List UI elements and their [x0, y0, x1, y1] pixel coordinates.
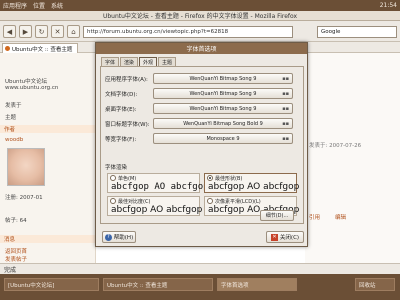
user-name[interactable]: woodb [5, 137, 23, 143]
ellipsis-icon: ▪▪ [282, 121, 289, 127]
font-picker-button[interactable]: WenQuanYi Bitmap Song 9 ▪▪ [153, 73, 293, 84]
browser-tab[interactable]: Ubuntu中文 :: 查看主题 [2, 43, 78, 53]
font-value: WenQuanYi Bitmap Song 9 [189, 75, 257, 82]
font-picker-button[interactable]: WenQuanYi Bitmap Song 9 ▪▪ [153, 103, 293, 114]
radio-button[interactable] [110, 175, 116, 181]
taskbar-item-active[interactable]: 字体首选项 [217, 278, 297, 291]
page-text-line: 主题 [5, 115, 17, 121]
status-bar: 完成 [0, 263, 400, 274]
details-button[interactable]: 细节(D)... [260, 210, 294, 221]
tab-rendering[interactable]: 渲染 [120, 57, 139, 66]
stop-button[interactable]: ✕ [51, 25, 64, 38]
trash-icon[interactable]: 回收站 [355, 278, 395, 291]
help-icon: ? [104, 233, 112, 241]
font-row-application: 应用程序字体(A): WenQuanYi Bitmap Song 9 ▪▪ [101, 73, 305, 85]
user-info: 帖子: 64 [5, 218, 27, 224]
page-text-line: 发表于 [5, 103, 22, 109]
help-button[interactable]: ? 帮助(H) [102, 231, 136, 243]
render-option-label: 最佳形状(B) [215, 176, 243, 182]
quote-link[interactable]: 引用 [309, 213, 320, 221]
taskbar-item[interactable]: Ubuntu中文 :: 查看主题 [103, 278, 213, 291]
home-button[interactable]: ⌂ [67, 25, 80, 38]
fonts-panel: 应用程序字体(A): WenQuanYi Bitmap Song 9 ▪▪ 文档字… [100, 66, 304, 224]
edit-link[interactable]: 编辑 [335, 213, 346, 221]
post-meta-column: 发表于: 2007-07-26 引用 编辑 [305, 53, 400, 263]
font-preferences-dialog: 字体首选项 字体 渲染 外观 主题 应用程序字体(A): WenQuanYi B… [95, 42, 308, 247]
close-label: 关闭(C) [279, 235, 300, 241]
font-label: 应用程序字体(A): [105, 77, 148, 83]
render-sample: abcfgop AO abcfgop [111, 182, 209, 192]
dialog-title: 字体首选项 [96, 43, 307, 54]
page-text-line: Ubuntu中文论坛 [5, 79, 48, 85]
font-row-window-title: 窗口标题字体(W): WenQuanYi Bitmap Song Bold 9 ▪… [101, 118, 305, 130]
section-header: 消息 [0, 235, 96, 243]
navigation-toolbar: ◀ ▶ ↻ ✕ ⌂ http://forum.ubuntu.org.cn/vie… [0, 22, 400, 42]
close-button[interactable]: ✕ 关闭(C) [266, 231, 304, 243]
footer-link[interactable]: 返回页首 [5, 247, 27, 255]
font-label: 桌面字体(E): [105, 107, 137, 113]
render-option-label: 次像素平滑(LCD)(L) [215, 199, 261, 205]
font-label: 文档字体(D): [105, 92, 138, 98]
font-row-desktop: 桌面字体(E): WenQuanYi Bitmap Song 9 ▪▪ [101, 103, 305, 115]
back-button[interactable]: ◀ [3, 25, 16, 38]
post-date: 发表于: 2007-07-26 [309, 143, 362, 149]
ellipsis-icon: ▪▪ [282, 136, 289, 142]
radio-button[interactable] [207, 198, 213, 204]
menu-system[interactable]: 系统 [51, 1, 63, 10]
render-option-label: 最佳对比度(C) [118, 199, 151, 205]
search-input[interactable]: Google [317, 25, 397, 38]
tab-appearance[interactable]: 外观 [139, 57, 158, 66]
menu-applications[interactable]: 应用程序 [3, 1, 27, 10]
section-header: 作者 [0, 125, 96, 133]
render-option-label: 单色(M) [118, 176, 137, 182]
ellipsis-icon: ▪▪ [282, 106, 289, 112]
font-row-document: 文档字体(D): WenQuanYi Bitmap Song 9 ▪▪ [101, 88, 305, 100]
render-option-monochrome[interactable]: 单色(M) abcfgop AO abcfgop [107, 173, 209, 193]
render-sample: abcfgop AO abcfgop [111, 205, 203, 215]
help-label: 帮助(H) [113, 235, 134, 241]
font-picker-button[interactable]: WenQuanYi Bitmap Song Bold 9 ▪▪ [153, 118, 293, 129]
tab-label: Ubuntu中文 :: 查看主题 [12, 46, 73, 53]
render-option-best-contrast[interactable]: 最佳对比度(C) abcfgop AO abcfgop [107, 196, 203, 216]
bottom-panel: [Ubuntu中文论坛] Ubuntu中文 :: 查看主题 字体首选项 回收站 [0, 274, 400, 300]
font-picker-button[interactable]: Monospace 9 ▪▪ [153, 133, 293, 144]
radio-button[interactable] [110, 198, 116, 204]
font-label: 窗口标题字体(W): [105, 122, 150, 128]
top-panel: 应用程序 位置 系统 21:54 [0, 0, 400, 11]
font-value: WenQuanYi Bitmap Song Bold 9 [183, 120, 263, 127]
font-picker-button[interactable]: WenQuanYi Bitmap Song 9 ▪▪ [153, 88, 293, 99]
render-sample: abcfgop AO abcfgop [208, 182, 300, 192]
footer-link[interactable]: 发表帖子 [5, 255, 27, 263]
reload-button[interactable]: ↻ [35, 25, 48, 38]
menu-places[interactable]: 位置 [33, 1, 45, 10]
render-option-best-shapes[interactable]: 最佳形状(B) abcfgop AO abcfgop [204, 173, 300, 193]
window-title: Ubuntu中文论坛 - 查看主题 - Firefox 的中文字体设置 - Mo… [0, 11, 400, 21]
font-value: WenQuanYi Bitmap Song 9 [189, 105, 257, 112]
tab-theme[interactable]: 主题 [158, 57, 177, 66]
taskbar-item[interactable]: [Ubuntu中文论坛] [4, 278, 99, 291]
render-heading: 字体渲染 [105, 165, 128, 171]
font-value: Monospace 9 [206, 135, 240, 142]
ellipsis-icon: ▪▪ [282, 76, 289, 82]
clock[interactable]: 21:54 [380, 2, 397, 9]
page-text-line[interactable]: www.ubuntu.org.cn [5, 85, 58, 91]
forward-button[interactable]: ▶ [19, 25, 32, 38]
url-input[interactable]: http://forum.ubuntu.org.cn/viewtopic.php… [83, 25, 293, 38]
font-row-fixed-width: 等宽字体(F): Monospace 9 ▪▪ [101, 133, 305, 145]
dialog-tabs: 字体 渲染 外观 主题 [101, 57, 177, 66]
ellipsis-icon: ▪▪ [282, 91, 289, 97]
user-info: 注册: 2007-01 [5, 195, 43, 201]
radio-button[interactable] [207, 175, 213, 181]
tab-fonts[interactable]: 字体 [101, 57, 120, 66]
favicon-icon [5, 46, 10, 51]
close-icon: ✕ [270, 233, 278, 241]
font-value: WenQuanYi Bitmap Song 9 [189, 90, 257, 97]
avatar [7, 148, 45, 186]
font-label: 等宽字体(F): [105, 137, 137, 143]
